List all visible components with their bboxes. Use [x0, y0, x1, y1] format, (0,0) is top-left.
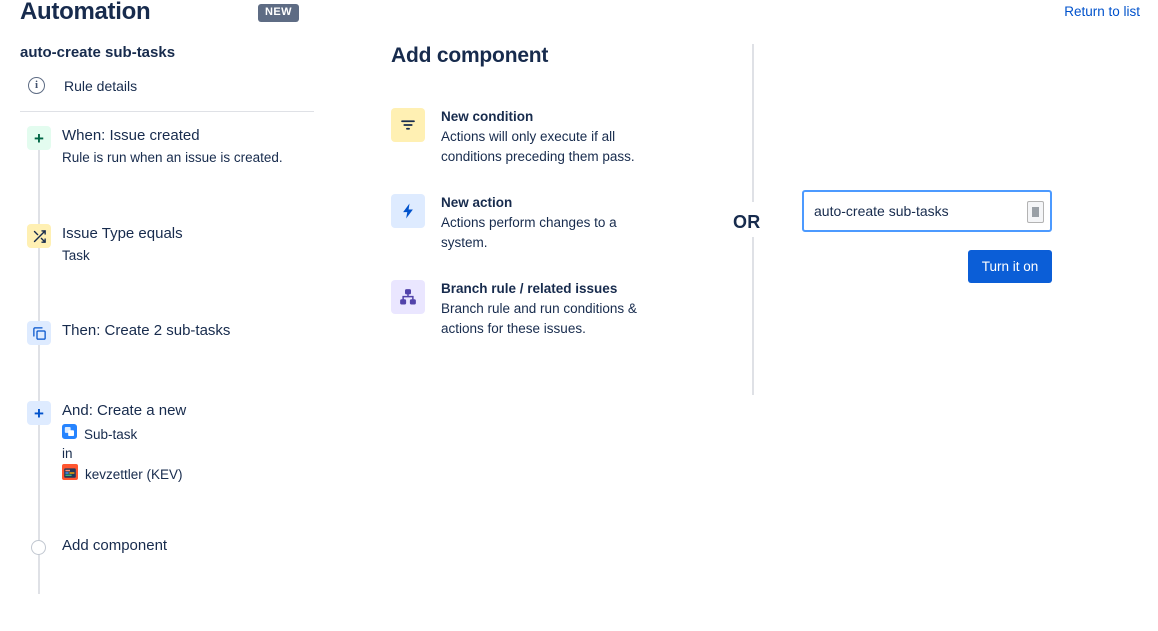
or-label: OR — [733, 212, 761, 233]
rule-step-title: Issue Type equals — [62, 224, 183, 244]
or-divider-line-bottom — [752, 237, 754, 395]
plus-icon: + — [27, 401, 51, 425]
preposition-label: in — [62, 446, 186, 461]
rule-step-title: Then: Create 2 sub-tasks — [62, 321, 230, 341]
component-description: Actions will only execute if all conditi… — [441, 127, 651, 167]
return-to-list-link[interactable]: Return to list — [1064, 4, 1140, 19]
automation-rule-builder-page: Automation NEW Return to list auto-creat… — [0, 0, 1158, 631]
shuffle-icon — [27, 224, 51, 248]
component-name: New condition — [441, 108, 651, 126]
lightning-bolt-icon — [391, 194, 425, 228]
info-icon: i — [28, 77, 45, 94]
new-badge: NEW — [258, 4, 299, 22]
add-component-panel: Add component New condition Actions will… — [391, 44, 721, 366]
rule-details-item[interactable]: i Rule details — [28, 77, 340, 94]
rule-step-title: And: Create a new — [62, 401, 186, 421]
add-component-title: Add component — [391, 44, 721, 68]
rule-details-label: Rule details — [64, 78, 137, 94]
component-description: Branch rule and run conditions & actions… — [441, 299, 651, 339]
spinner-widget-icon[interactable] — [1027, 201, 1044, 223]
sidebar-add-component-label: Add component — [62, 536, 167, 556]
turn-it-on-button[interactable]: Turn it on — [968, 250, 1052, 283]
copy-icon — [27, 321, 51, 345]
component-options-list: New condition Actions will only execute … — [391, 108, 721, 339]
component-option-branch-rule[interactable]: Branch rule / related issues Branch rule… — [391, 280, 721, 339]
issue-type-row: Sub-task — [62, 424, 186, 444]
component-description: Actions perform changes to a system. — [441, 213, 651, 253]
spinner-widget-bar — [1032, 207, 1039, 217]
component-name: Branch rule / related issues — [441, 280, 651, 298]
plus-icon: + — [27, 126, 51, 150]
component-option-new-action[interactable]: New action Actions perform changes to a … — [391, 194, 721, 253]
rule-step-title: When: Issue created — [62, 126, 283, 146]
or-divider-line-top — [752, 44, 754, 202]
rule-name-input[interactable] — [804, 192, 1050, 230]
rule-activation-panel: Turn it on — [802, 190, 1052, 283]
page-header: Automation NEW Return to list — [0, 0, 1158, 36]
issue-type-label: Sub-task — [84, 427, 137, 442]
project-label: kevzettler (KEV) — [85, 467, 183, 482]
rule-steps-list: + When: Issue created Rule is run when a… — [0, 126, 340, 576]
branch-hierarchy-icon — [391, 280, 425, 314]
rule-step-subtitle: Task — [62, 246, 183, 265]
rule-step-condition[interactable]: Issue Type equals Task — [0, 224, 340, 321]
sub-task-icon — [62, 424, 77, 444]
filter-icon — [391, 108, 425, 142]
rule-step-and[interactable]: + And: Create a new Sub-task — [0, 401, 340, 536]
component-option-new-condition[interactable]: New condition Actions will only execute … — [391, 108, 721, 167]
sidebar-add-component-item[interactable]: Add component — [0, 536, 340, 576]
rule-chain-sidebar: auto-create sub-tasks i Rule details + W… — [0, 44, 340, 576]
rule-name-input-wrapper[interactable] — [802, 190, 1052, 232]
empty-circle-icon — [31, 540, 46, 555]
sidebar-divider — [20, 111, 314, 112]
rule-step-when[interactable]: + When: Issue created Rule is run when a… — [0, 126, 340, 224]
project-row: kevzettler (KEV) — [62, 464, 186, 485]
rule-name-heading: auto-create sub-tasks — [20, 44, 340, 61]
page-title: Automation — [20, 0, 150, 26]
rule-step-then[interactable]: Then: Create 2 sub-tasks — [0, 321, 340, 401]
component-name: New action — [441, 194, 651, 212]
project-avatar-icon — [62, 464, 78, 485]
rule-step-subtitle: Rule is run when an issue is created. — [62, 148, 283, 167]
